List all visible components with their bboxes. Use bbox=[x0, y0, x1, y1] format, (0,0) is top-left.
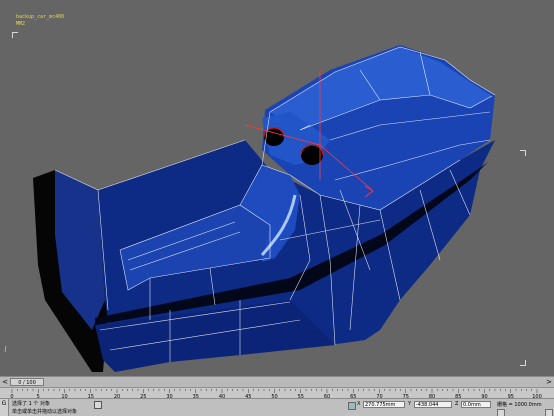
object-sub: MM2 bbox=[16, 21, 26, 27]
status-prompt-message: 单击或单击并拖动以选择对象 bbox=[12, 409, 78, 415]
grid-size-label: 栅格 = 1000.0mm bbox=[497, 402, 542, 408]
status-selection-message: 选择了 1 个 对象 bbox=[12, 401, 50, 407]
object-info: backup_car_mc400 MM2 bbox=[16, 14, 64, 28]
time-slider[interactable]: 0 / 100 bbox=[10, 378, 44, 386]
y-coord-label: Y bbox=[408, 401, 412, 407]
maxscript-listener-button[interactable]: G bbox=[0, 399, 9, 416]
object-name: backup_car_mc400 bbox=[16, 14, 65, 20]
viewport-corner-bottom-right bbox=[520, 360, 526, 366]
x-coord-field[interactable]: 270.775mm bbox=[363, 401, 405, 408]
status-bar: G 选择了 1 个 对象 单击或单击并拖动以选择对象 X 270.775mm Y… bbox=[0, 398, 554, 416]
x-coord-label: X bbox=[357, 401, 361, 407]
perspective-viewport[interactable]: backup_car_mc400 MM2 bbox=[0, 0, 554, 376]
z-coord-field[interactable]: 0.0mm bbox=[461, 401, 491, 408]
3d-modeling-app: backup_car_mc400 MM2 < 0 / 100 > 0 5 10 15 2… bbox=[0, 0, 554, 416]
add-time-tag-button[interactable] bbox=[497, 409, 505, 416]
y-coord-field[interactable]: -438.044 bbox=[414, 401, 452, 408]
viewport-corner-top-right bbox=[520, 150, 526, 156]
z-coord-label: Z bbox=[455, 401, 459, 407]
absolute-mode-icon[interactable] bbox=[348, 402, 356, 410]
viewport-marker-left bbox=[4, 345, 7, 353]
viewport-scene[interactable] bbox=[0, 0, 554, 376]
selection-lock-icon[interactable] bbox=[94, 401, 102, 409]
key-filter-button[interactable] bbox=[545, 409, 553, 416]
viewport-corner-top-left bbox=[12, 32, 18, 38]
